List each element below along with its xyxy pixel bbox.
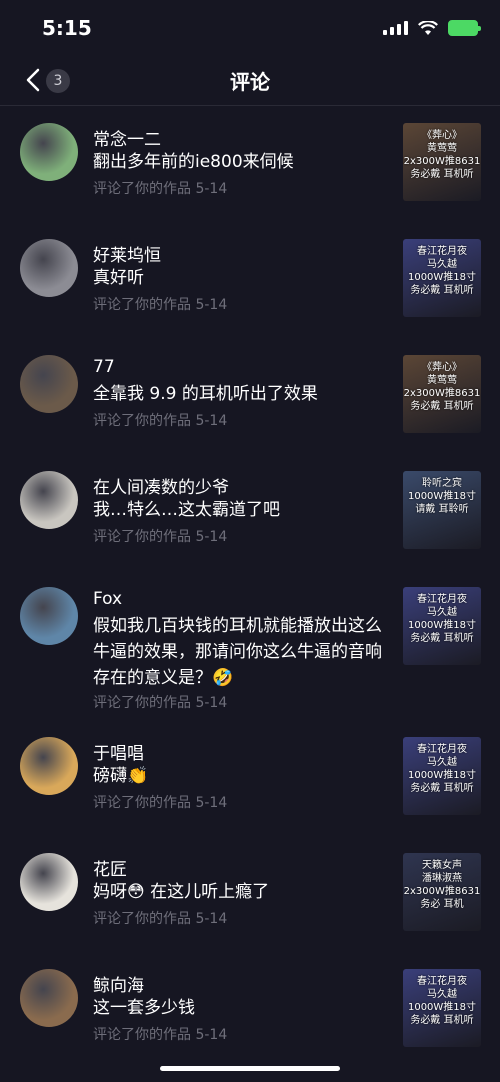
avatar[interactable] (20, 587, 78, 645)
video-thumbnail[interactable]: 天籁女声 潘琳淑燕 2x300W推8631 务必 耳机 (403, 853, 481, 931)
video-thumbnail[interactable]: 聆听之宾 1000W推18寸 请戴 耳聆听 (403, 471, 481, 549)
video-thumbnail[interactable]: 春江花月夜 马久越 1000W推18寸 务必戴 耳机听 (403, 239, 481, 317)
comment-author[interactable]: Fox (93, 589, 122, 609)
thumbnail-caption: 春江花月夜 马久越 1000W推18寸 务必戴 耳机听 (407, 976, 477, 1026)
comment-meta: 评论了你的作品 5-14 (93, 795, 228, 811)
thumbnail-caption: 《葬心》 黄莺莺 2x300W推8631 务必戴 耳机听 (403, 130, 481, 180)
avatar[interactable] (20, 123, 78, 181)
comment-text: 磅礴👏 (93, 766, 149, 786)
video-thumbnail[interactable]: 春江花月夜 马久越 1000W推18寸 务必戴 耳机听 (403, 587, 481, 665)
battery-icon (448, 20, 481, 36)
avatar[interactable] (20, 737, 78, 795)
comment-text: 真好听 (93, 268, 144, 288)
thumbnail-caption: 春江花月夜 马久越 1000W推18寸 务必戴 耳机听 (407, 744, 477, 794)
avatar[interactable] (20, 969, 78, 1027)
avatar[interactable] (20, 853, 78, 911)
cellular-signal-icon (383, 21, 408, 35)
video-thumbnail[interactable]: 春江花月夜 马久越 1000W推18寸 务必戴 耳机听 (403, 969, 481, 1047)
comment-author[interactable]: 于唱唱 (93, 739, 144, 764)
comment-text: 翻出多年前的ie800来伺候 (93, 152, 294, 172)
video-thumbnail[interactable]: 《葬心》 黄莺莺 2x300W推8631 务必戴 耳机听 (403, 355, 481, 433)
comment-text: 全靠我 9.9 的耳机听出了效果 (93, 384, 318, 404)
comment-author[interactable]: 好莱坞恒 (93, 241, 161, 266)
comment-author[interactable]: 77 (93, 357, 115, 377)
comment-author[interactable]: 常念一二 (93, 125, 161, 150)
comment-meta: 评论了你的作品 5-14 (93, 181, 228, 197)
wifi-icon (418, 20, 438, 35)
thumbnail-caption: 《葬心》 黄莺莺 2x300W推8631 务必戴 耳机听 (403, 362, 481, 412)
nav-bar: 3 评论 (0, 56, 500, 106)
avatar[interactable] (20, 355, 78, 413)
comment-meta: 评论了你的作品 5-14 (93, 529, 228, 545)
thumbnail-caption: 春江花月夜 马久越 1000W推18寸 务必戴 耳机听 (407, 246, 477, 296)
status-icons (383, 20, 481, 36)
status-bar: 5:15 (0, 0, 500, 60)
video-thumbnail[interactable]: 春江花月夜 马久越 1000W推18寸 务必戴 耳机听 (403, 737, 481, 815)
comment-meta: 评论了你的作品 5-14 (93, 1027, 228, 1043)
comment-author[interactable]: 鲸向海 (93, 971, 144, 996)
comment-text: 假如我几百块钱的耳机就能播放出这么牛逼的效果，那请问你这么牛逼的音响存在的意义是… (93, 616, 382, 688)
comment-text: 这一套多少钱 (93, 998, 195, 1018)
comment-author[interactable]: 花匠 (93, 855, 127, 880)
video-thumbnail[interactable]: 《葬心》 黄莺莺 2x300W推8631 务必戴 耳机听 (403, 123, 481, 201)
comment-meta: 评论了你的作品 5-14 (93, 695, 228, 711)
avatar[interactable] (20, 239, 78, 297)
thumbnail-caption: 春江花月夜 马久越 1000W推18寸 务必戴 耳机听 (407, 594, 477, 644)
avatar[interactable] (20, 471, 78, 529)
comment-meta: 评论了你的作品 5-14 (93, 297, 228, 313)
page-title: 评论 (230, 70, 270, 94)
thumbnail-caption: 聆听之宾 1000W推18寸 请戴 耳聆听 (407, 478, 477, 515)
comment-text: 妈呀😳 在这儿听上瘾了 (93, 882, 270, 902)
status-time: 5:15 (42, 16, 92, 40)
comment-meta: 评论了你的作品 5-14 (93, 413, 228, 429)
comment-text: 我…特么…这太霸道了吧 (93, 500, 280, 520)
home-indicator[interactable] (160, 1066, 340, 1071)
comment-author[interactable]: 在人间凑数的少爷 (93, 473, 229, 498)
thumbnail-caption: 天籁女声 潘琳淑燕 2x300W推8631 务必 耳机 (403, 860, 481, 910)
comment-meta: 评论了你的作品 5-14 (93, 911, 228, 927)
